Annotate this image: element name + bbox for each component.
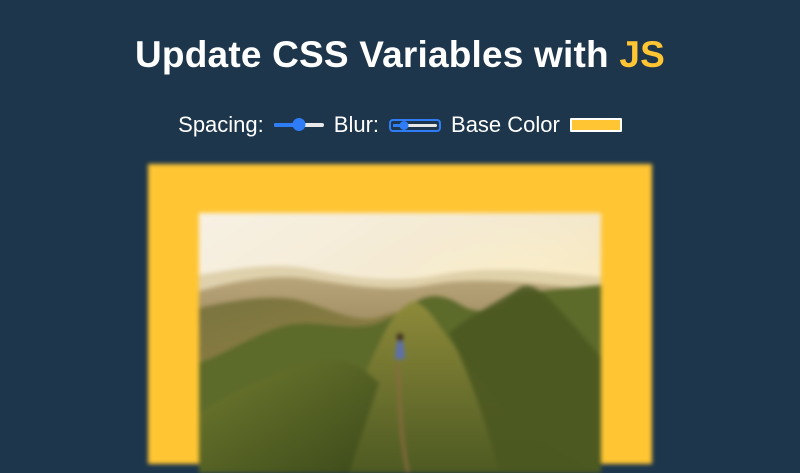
page-title: Update CSS Variables with JS: [0, 34, 800, 76]
mountain-ridge-photo: [199, 213, 601, 473]
spacing-slider-thumb[interactable]: [292, 118, 306, 131]
image-frame: [148, 164, 652, 473]
blur-control: [389, 118, 442, 132]
title-accent: JS: [619, 34, 665, 75]
blur-label: Blur:: [333, 112, 380, 137]
base-color-picker[interactable]: [569, 118, 622, 132]
base-color-label: Base Color: [451, 112, 560, 137]
blur-slider[interactable]: [389, 118, 442, 132]
controls-bar: Spacing: Blur: Base Color: [0, 112, 800, 138]
spacing-label: Spacing:: [178, 112, 264, 137]
mountain-photo-graphic: [199, 213, 601, 473]
blur-slider-thumb[interactable]: [399, 120, 409, 130]
spacing-slider[interactable]: [273, 117, 324, 133]
spacing-control: [273, 117, 324, 133]
title-main: Update CSS Variables with: [135, 34, 620, 75]
